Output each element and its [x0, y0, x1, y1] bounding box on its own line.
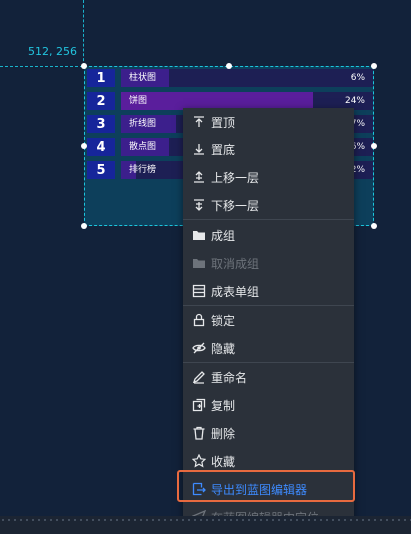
highlight-annotation-box [177, 470, 355, 502]
row-label: 饼图 [129, 96, 148, 106]
ranking-row: 1 柱状图 6% [85, 69, 375, 89]
vertical-guide-line [83, 0, 84, 66]
folder-icon [193, 231, 205, 240]
menu-item-label: 删除 [211, 426, 236, 441]
star-icon [192, 454, 206, 468]
row-label: 散点图 [129, 142, 157, 152]
resize-handle-top[interactable] [226, 63, 232, 69]
row-label: 排行榜 [129, 165, 157, 175]
menu-item-label: 成表单组 [211, 284, 260, 299]
rank-badge: 3 [87, 115, 115, 133]
resize-handle-left[interactable] [81, 143, 87, 149]
rank-badge: 5 [87, 161, 115, 179]
resize-handle-top-right[interactable] [371, 63, 377, 69]
resize-handle-bottom-left[interactable] [81, 223, 87, 229]
folder-open-icon [193, 259, 205, 268]
menu-divider [183, 362, 354, 363]
bring-to-top-icon [194, 116, 204, 127]
menu-item-move-up[interactable]: 上移一层 [183, 164, 354, 190]
menu-item-form-group[interactable]: 成表单组 [183, 278, 354, 304]
bar-track: 柱状图 6% [121, 69, 373, 87]
menu-item-label: 重命名 [211, 370, 248, 385]
menu-item-label: 成组 [211, 228, 236, 243]
menu-item-label: 隐藏 [211, 341, 236, 356]
menu-item-ungroup[interactable]: 取消成组 [183, 250, 354, 276]
menu-item-lock[interactable]: 锁定 [183, 307, 354, 333]
resize-handle-top-left[interactable] [81, 63, 87, 69]
menu-item-delete[interactable]: 删除 [183, 420, 354, 446]
copy-icon [192, 398, 206, 412]
menu-item-label: 收藏 [211, 454, 236, 469]
rank-badge: 2 [87, 92, 115, 110]
row-value: 6% [350, 73, 365, 83]
menu-item-hide[interactable]: 隐藏 [183, 335, 354, 361]
move-up-icon [194, 171, 204, 183]
menu-item-send-to-bottom[interactable]: 置底 [183, 136, 354, 162]
pencil-icon [192, 371, 205, 384]
trash-icon [193, 426, 205, 440]
position-readout: 512, 256 [28, 45, 77, 58]
menu-item-label: 取消成组 [211, 256, 260, 271]
eye-hidden-icon [192, 342, 206, 354]
menu-divider [183, 305, 354, 306]
menu-item-label: 上移一层 [211, 170, 260, 185]
menu-item-label: 复制 [211, 398, 236, 413]
horizontal-guide-line [0, 66, 83, 67]
resize-handle-right[interactable] [371, 143, 377, 149]
rank-badge: 1 [87, 69, 115, 87]
menu-divider [183, 219, 354, 220]
lock-icon [193, 313, 205, 327]
menu-item-label: 锁定 [211, 313, 236, 328]
menu-item-move-down[interactable]: 下移一层 [183, 192, 354, 218]
table-icon [192, 284, 206, 298]
menu-item-label: 置底 [211, 142, 236, 157]
menu-item-bring-to-top[interactable]: 置顶 [183, 109, 354, 135]
move-down-icon [194, 199, 204, 211]
row-label: 柱状图 [129, 73, 157, 83]
dotted-divider [0, 519, 411, 521]
menu-item-label: 置顶 [211, 115, 236, 130]
menu-item-label: 下移一层 [211, 198, 260, 213]
row-label: 折线图 [129, 119, 157, 129]
menu-item-rename[interactable]: 重命名 [183, 364, 354, 390]
menu-item-group[interactable]: 成组 [183, 222, 354, 248]
send-to-bottom-icon [194, 144, 204, 155]
menu-item-copy[interactable]: 复制 [183, 392, 354, 418]
resize-handle-bottom-right[interactable] [371, 223, 377, 229]
rank-badge: 4 [87, 138, 115, 156]
